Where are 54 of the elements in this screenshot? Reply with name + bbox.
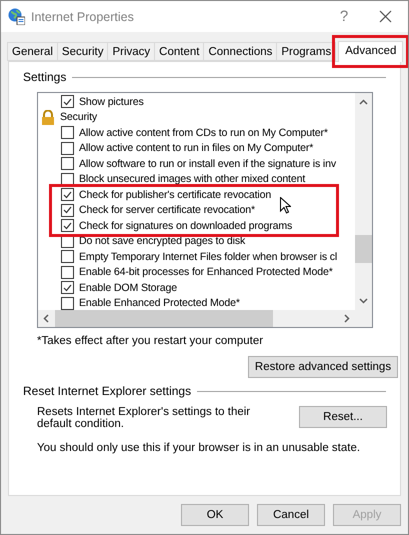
close-icon[interactable]: [379, 10, 392, 23]
setting-label: Enable Enhanced Protected Mode*: [79, 297, 240, 310]
checkbox[interactable]: [61, 188, 74, 202]
help-button[interactable]: ?: [329, 8, 359, 25]
warning-text: You should only use this if your browser is in an unusable state.: [37, 442, 362, 454]
group-label: Reset Internet Explorer settings: [23, 384, 192, 398]
window-title: Internet Properties: [31, 10, 135, 24]
checkbox[interactable]: [61, 204, 74, 217]
group-label: Settings: [23, 70, 66, 84]
setting-label: Check for signatures on downloaded programs: [79, 220, 292, 232]
category-label: Security: [60, 111, 98, 124]
setting-label: Check for publisher's certificate revocation: [79, 188, 272, 201]
setting-label: Enable DOM Storage: [79, 282, 177, 294]
cursor-icon: [280, 197, 291, 214]
dialog-button[interactable]: OK: [181, 504, 249, 526]
tab[interactable]: General: [7, 42, 58, 61]
tab[interactable]: Security: [56, 42, 108, 61]
checkbox[interactable]: [61, 95, 74, 108]
checkbox[interactable]: [61, 142, 74, 155]
tab[interactable]: Connections: [203, 42, 278, 61]
dialog-button[interactable]: Cancel: [257, 504, 325, 526]
chevron-right-icon[interactable]: [344, 314, 350, 323]
chevron-up-icon[interactable]: [359, 99, 368, 105]
checkbox[interactable]: [61, 172, 74, 186]
setting-label: Allow active content from CDs to run on My Computer*: [79, 126, 328, 139]
setting-label: Enable 64-bit processes for Enhanced Protected Mode*: [79, 266, 333, 278]
reset-button[interactable]: Reset...: [299, 406, 387, 428]
setting-label: Allow active content to run in files on My Computer*: [79, 142, 314, 154]
reset-description: Resets Internet Explorer's settings to their default condition.: [37, 406, 252, 430]
setting-label: Empty Temporary Internet Files folder when browser is cl: [79, 250, 338, 263]
checkbox[interactable]: [61, 296, 74, 310]
tab[interactable]: Privacy: [107, 42, 156, 61]
globe-icon: [8, 8, 25, 25]
lock-icon: [41, 110, 55, 125]
checkbox[interactable]: [61, 281, 74, 294]
setting-label: Allow software to run or install even if the signature is inv: [79, 158, 336, 170]
tab[interactable]: Content: [154, 42, 204, 61]
restore-button[interactable]: Restore advanced settings: [248, 356, 398, 378]
setting-label: Do not save encrypted pages to disk: [79, 235, 246, 248]
tab[interactable]: Advanced: [338, 41, 404, 62]
setting-label: Check for server certificate revocation*: [79, 204, 255, 216]
checkbox[interactable]: [61, 157, 74, 170]
tab[interactable]: Programs: [276, 42, 336, 61]
chevron-left-icon[interactable]: [43, 314, 49, 323]
checkbox[interactable]: [61, 266, 74, 279]
footnote: *Takes effect after you restart your computer: [37, 335, 264, 347]
checkbox[interactable]: [61, 250, 74, 264]
setting-label: Block unsecured images with other mixed content: [79, 173, 306, 186]
checkbox[interactable]: [61, 219, 74, 232]
setting-label: Show pictures: [79, 96, 144, 108]
chevron-down-icon[interactable]: [359, 298, 368, 304]
scrollbar-thumb[interactable]: [355, 235, 372, 263]
scrollbar-thumb[interactable]: [55, 310, 273, 327]
checkbox[interactable]: [61, 126, 74, 140]
